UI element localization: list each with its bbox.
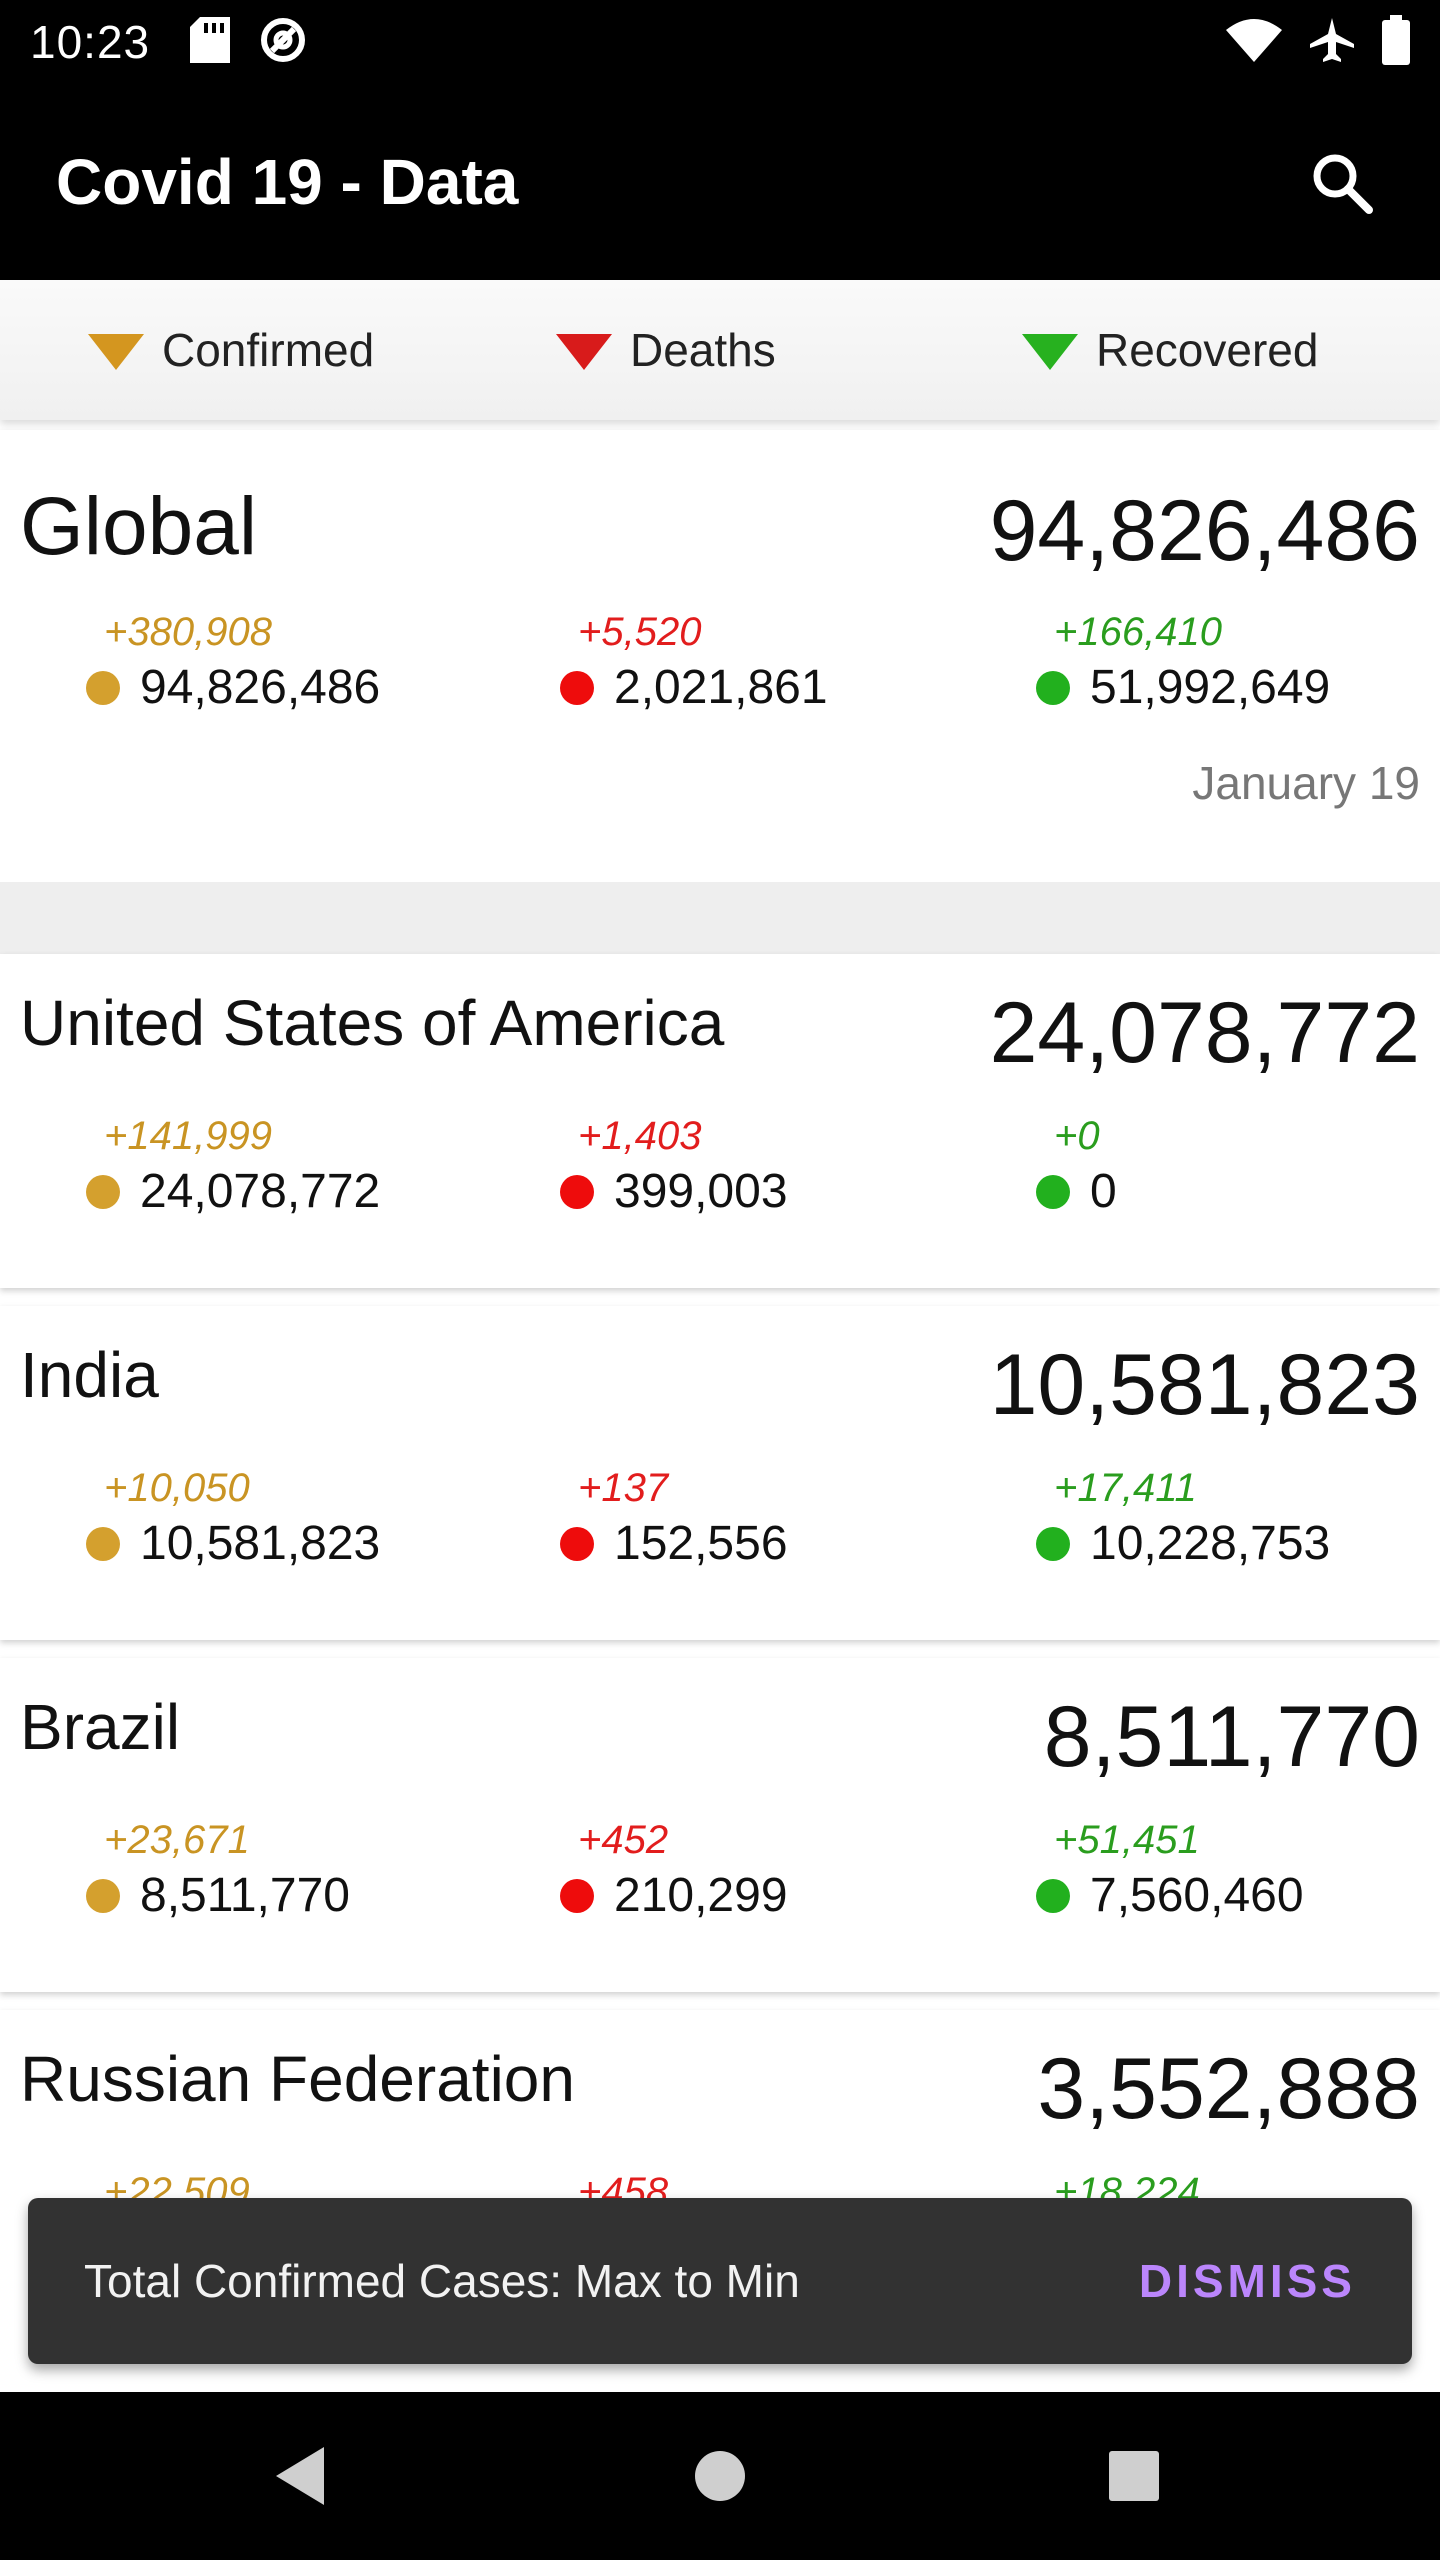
deaths-dot-icon — [560, 1878, 594, 1913]
confirmed-value: 24,078,772 — [140, 1165, 381, 1218]
app-bar: Covid 19 - Data — [0, 84, 1440, 280]
home-icon[interactable] — [680, 2436, 760, 2516]
country-card[interactable]: India 10,581,823 +10,050 10,581,823 +137… — [0, 1306, 1440, 1640]
recovered-value: 0 — [1090, 1165, 1117, 1218]
recovered-dot-icon — [1036, 1526, 1070, 1561]
deaths-delta: +1,403 — [578, 1114, 702, 1158]
wifi-icon — [1226, 18, 1282, 67]
confirmed-dot-icon — [86, 1878, 120, 1913]
recovered-dot-icon — [1036, 1878, 1070, 1913]
snackbar: Total Confirmed Cases: Max to Min DISMIS… — [28, 2198, 1412, 2364]
confirmed-dot-icon — [86, 670, 120, 705]
deaths-delta: +137 — [578, 1466, 669, 1510]
deaths-delta: +452 — [578, 1818, 669, 1862]
global-name: Global — [20, 481, 258, 572]
sort-recovered-label: Recovered — [1096, 324, 1319, 376]
confirmed-delta: +23,671 — [104, 1818, 250, 1862]
sort-confirmed-button[interactable]: Confirmed — [88, 280, 374, 420]
country-name: India — [20, 1339, 159, 1411]
status-time: 10:23 — [30, 16, 151, 68]
country-total: 24,078,772 — [989, 985, 1420, 1081]
sort-deaths-button[interactable]: Deaths — [556, 280, 776, 420]
recovered-dot-icon — [1036, 1174, 1070, 1209]
deaths-value: 2,021,861 — [614, 661, 828, 714]
recovered-delta: +51,451 — [1054, 1818, 1200, 1862]
airplane-mode-icon — [1308, 16, 1356, 69]
sd-card-icon — [190, 16, 231, 68]
deaths-value: 210,299 — [614, 1869, 788, 1922]
app-title: Covid 19 - Data — [56, 146, 519, 218]
deaths-dot-icon — [560, 1526, 594, 1561]
confirmed-value: 8,511,770 — [140, 1869, 350, 1922]
section-divider — [0, 882, 1440, 954]
confirmed-dot-icon — [86, 1174, 120, 1209]
triangle-down-icon — [88, 334, 144, 370]
country-card[interactable]: Brazil 8,511,770 +23,671 8,511,770 +452 … — [0, 1658, 1440, 1992]
sort-bar: Confirmed Deaths Recovered — [0, 280, 1440, 420]
global-date: January 19 — [1192, 757, 1420, 809]
sort-confirmed-label: Confirmed — [162, 324, 375, 376]
global-card[interactable]: Global 94,826,486 +380,908 94,826,486 +5… — [0, 430, 1440, 882]
back-icon[interactable] — [260, 2436, 340, 2516]
sort-deaths-label: Deaths — [630, 324, 776, 376]
sort-recovered-button[interactable]: Recovered — [1022, 280, 1318, 420]
recovered-delta: +166,410 — [1054, 610, 1222, 654]
recents-icon[interactable] — [1094, 2436, 1174, 2516]
country-name: Russian Federation — [20, 2043, 575, 2115]
global-total: 94,826,486 — [989, 483, 1420, 579]
battery-icon — [1382, 14, 1410, 70]
country-name: Brazil — [20, 1691, 181, 1763]
recovered-delta: +17,411 — [1054, 1466, 1197, 1510]
triangle-down-icon — [1022, 334, 1078, 370]
deaths-delta: +5,520 — [578, 610, 702, 654]
data-saver-icon — [258, 15, 308, 70]
deaths-dot-icon — [560, 1174, 594, 1209]
triangle-down-icon — [556, 334, 612, 370]
confirmed-dot-icon — [86, 1526, 120, 1561]
snackbar-message: Total Confirmed Cases: Max to Min — [84, 2255, 800, 2307]
dismiss-button[interactable]: DISMISS — [1139, 2254, 1356, 2308]
confirmed-delta: +380,908 — [104, 610, 272, 654]
deaths-value: 399,003 — [614, 1165, 788, 1218]
confirmed-value: 10,581,823 — [140, 1517, 381, 1570]
country-total: 3,552,888 — [1037, 2041, 1420, 2137]
navigation-bar — [0, 2392, 1440, 2560]
confirmed-delta: +10,050 — [104, 1466, 250, 1510]
status-bar: 10:23 — [0, 0, 1440, 84]
country-name: United States of America — [20, 987, 725, 1059]
country-total: 10,581,823 — [989, 1337, 1420, 1433]
recovered-value: 51,992,649 — [1090, 661, 1331, 714]
recovered-value: 7,560,460 — [1090, 1869, 1304, 1922]
country-card[interactable]: United States of America 24,078,772 +141… — [0, 954, 1440, 1288]
confirmed-value: 94,826,486 — [140, 661, 381, 714]
confirmed-delta: +141,999 — [104, 1114, 272, 1158]
recovered-dot-icon — [1036, 670, 1070, 705]
deaths-dot-icon — [560, 670, 594, 705]
recovered-value: 10,228,753 — [1090, 1517, 1331, 1570]
country-total: 8,511,770 — [1043, 1689, 1420, 1785]
recovered-delta: +0 — [1054, 1114, 1100, 1158]
search-icon[interactable] — [1306, 147, 1376, 217]
deaths-value: 152,556 — [614, 1517, 788, 1570]
